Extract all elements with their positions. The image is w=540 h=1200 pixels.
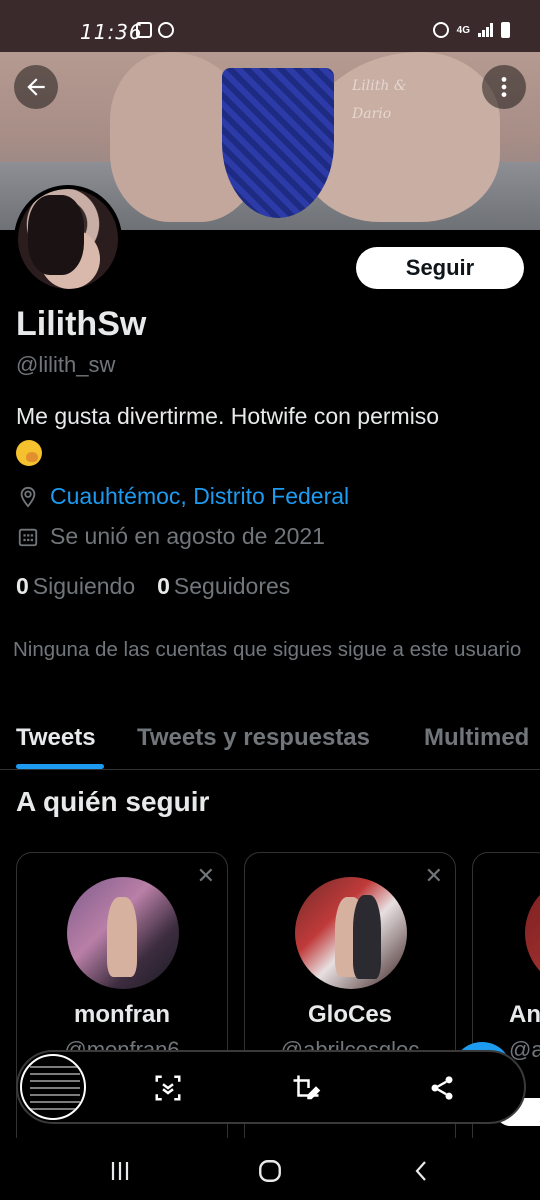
share-button[interactable] <box>422 1068 462 1108</box>
profile-tabs: Tweets Tweets y respuestas Multimed <box>0 712 540 770</box>
tab-tweets-and-replies[interactable]: Tweets y respuestas <box>137 724 370 752</box>
profile-handle: @lilith_sw <box>16 352 116 377</box>
bio-text: Me gusta divertirme. Hotwife con permiso <box>16 403 440 429</box>
active-tab-indicator <box>16 764 104 769</box>
status-right-icons: 4G <box>432 22 510 38</box>
followers-label: Seguidores <box>173 573 291 599</box>
banner-garment <box>222 68 334 218</box>
battery-icon <box>501 22 510 38</box>
follow-stats: 0 Siguiendo 0 Seguidores <box>16 573 290 600</box>
recent-apps-button[interactable] <box>100 1155 140 1187</box>
close-icon[interactable]: ✕ <box>197 863 215 889</box>
close-icon[interactable]: ✕ <box>425 863 443 889</box>
profile-joined: Se unió en agosto de 2021 <box>16 523 325 550</box>
status-bar: 11:36 4G <box>0 0 540 52</box>
suggestion-avatar[interactable] <box>295 877 407 989</box>
scroll-capture-button[interactable] <box>148 1068 188 1108</box>
crop-edit-icon <box>293 1075 321 1100</box>
watermark-line-2: Dario <box>352 106 392 122</box>
following-label: Siguiendo <box>32 573 136 599</box>
profile-bio: Me gusta divertirme. Hotwife con permiso <box>16 400 526 466</box>
status-time: 11:36 <box>80 20 143 44</box>
tab-tweets[interactable]: Tweets <box>16 724 96 752</box>
suggestion-avatar[interactable] <box>525 877 540 989</box>
follow-button[interactable]: Seguir <box>356 247 524 289</box>
following-link[interactable]: 0 Siguiendo <box>16 573 135 600</box>
back-button[interactable] <box>14 65 58 109</box>
suggestion-name[interactable]: An <box>509 1001 540 1029</box>
screenshot-thumbnail[interactable] <box>20 1054 86 1120</box>
more-vertical-icon <box>501 77 507 97</box>
joined-text: Se unió en agosto de 2021 <box>50 523 325 549</box>
followers-count: 0 <box>157 573 170 599</box>
scroll-capture-icon <box>155 1075 181 1101</box>
more-options-button[interactable] <box>482 65 526 109</box>
share-icon <box>431 1076 453 1100</box>
avatar-hair <box>28 195 84 275</box>
calendar-icon <box>16 525 40 549</box>
tab-media[interactable]: Multimed <box>424 724 529 752</box>
not-followed-note: Ninguna de las cuentas que sigues sigue … <box>13 638 522 661</box>
location-text[interactable]: Cuauhtémoc, Distrito Federal <box>50 483 349 510</box>
followers-link[interactable]: 0 Seguidores <box>157 573 290 600</box>
avatar-figure <box>107 897 137 977</box>
banner-watermark: Lilith & Dario <box>352 72 406 128</box>
edit-screenshot-button[interactable] <box>286 1068 326 1108</box>
network-type: 4G <box>456 24 470 36</box>
suggestion-avatar[interactable] <box>67 877 179 989</box>
back-nav-button[interactable] <box>402 1155 442 1187</box>
who-to-follow-title: A quién seguir <box>16 786 210 817</box>
suggestion-name[interactable]: monfran <box>17 1001 227 1029</box>
following-count: 0 <box>16 573 29 599</box>
suggestion-name[interactable]: GloCes <box>245 1001 455 1029</box>
face-with-hand-over-mouth-icon <box>16 439 42 466</box>
location-pin-icon <box>16 485 40 509</box>
chevron-left-icon <box>415 1161 426 1181</box>
signal-icon <box>478 23 493 37</box>
display-name: LilithSw <box>16 305 147 343</box>
avatar-figure-2 <box>353 895 381 979</box>
profile-location[interactable]: Cuauhtémoc, Distrito Federal <box>16 483 349 510</box>
arrow-left-icon <box>27 78 45 96</box>
watermark-line-1: Lilith & <box>352 78 407 94</box>
recent-apps-icon <box>111 1162 129 1180</box>
home-button[interactable] <box>250 1155 290 1187</box>
status-left-icons <box>136 22 174 38</box>
alarm-icon <box>432 22 449 38</box>
profile-avatar[interactable] <box>14 185 122 293</box>
gallery-notification-icon <box>136 22 152 38</box>
thumbnail-preview <box>30 1066 80 1112</box>
whatsapp-notification-icon <box>158 22 174 38</box>
home-icon <box>259 1160 281 1182</box>
